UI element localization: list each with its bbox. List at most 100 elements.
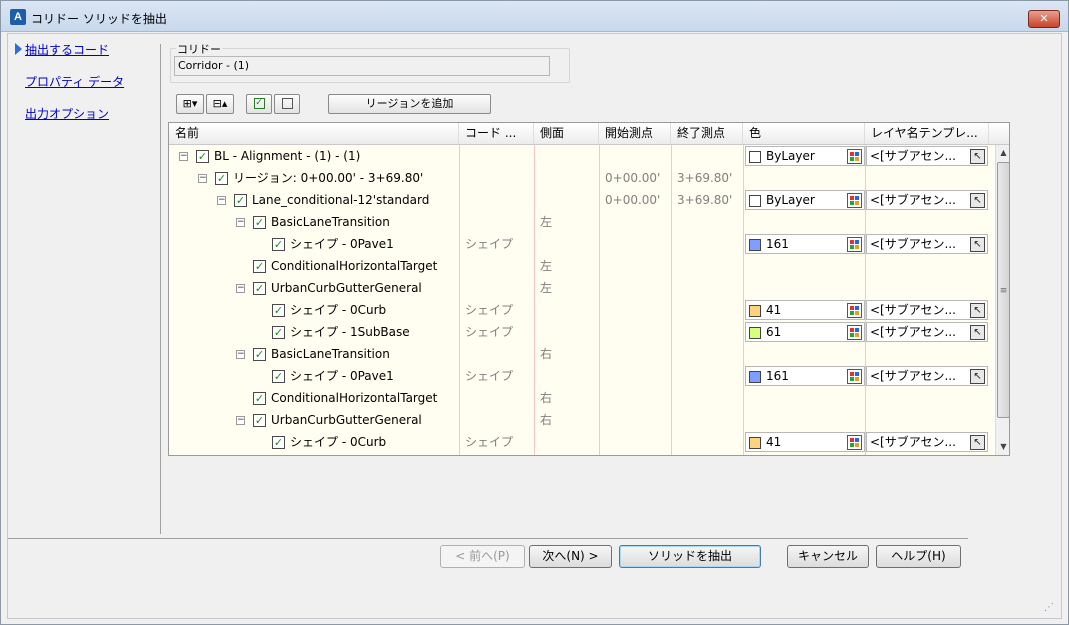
expand-all-button[interactable]: ⊞▾ <box>176 94 204 114</box>
color-field[interactable]: ByLayer <box>745 146 865 166</box>
add-region-button[interactable]: リージョンを追加 <box>328 94 491 114</box>
autocad-app-icon: A <box>10 9 26 25</box>
row-checkbox[interactable]: ✓ <box>272 304 285 317</box>
color-field[interactable]: 61 <box>745 322 865 342</box>
row-name: シェイプ - 0Curb <box>290 435 387 449</box>
tree-row[interactable]: − ✓ BasicLaneTransition 左 <box>169 211 993 233</box>
color-picker-icon[interactable] <box>847 369 862 384</box>
prev-button[interactable]: < 前へ(P) <box>440 545 525 568</box>
row-checkbox[interactable]: ✓ <box>272 238 285 251</box>
tree-row[interactable]: − ✓ BasicLaneTransition 右 <box>169 343 993 365</box>
tree-collapse-icon[interactable]: − <box>236 218 245 227</box>
tree-row[interactable]: ✓ シェイプ - 0Pave1 シェイプ 161 <[サブアセン... ↖ <box>169 233 993 255</box>
layer-name-picker-icon[interactable]: ↖ <box>970 149 985 164</box>
row-name: シェイプ - 0Pave1 <box>290 369 394 383</box>
tree-collapse-icon[interactable]: − <box>236 350 245 359</box>
tree-row[interactable]: ✓ シェイプ - 0Curb シェイプ 41 <[サブアセン... ↖ <box>169 431 993 453</box>
row-checkbox[interactable]: ✓ <box>234 194 247 207</box>
tree-collapse-icon[interactable]: − <box>179 152 188 161</box>
layer-template-value: <[サブアセン... <box>870 435 956 449</box>
color-picker-icon[interactable] <box>847 435 862 450</box>
row-checkbox[interactable]: ✓ <box>253 348 266 361</box>
row-side: 右 <box>540 347 553 361</box>
color-field[interactable]: 161 <box>745 366 865 386</box>
column-header-code[interactable]: コード ... <box>459 123 534 144</box>
tree-row[interactable]: − ✓ リージョン: 0+00.00' - 3+69.80' 0+00.00' 3+69… <box>169 167 993 189</box>
color-field[interactable]: ByLayer <box>745 190 865 210</box>
row-checkbox[interactable]: ✓ <box>272 436 285 449</box>
tree-row[interactable]: ✓ シェイプ - 0Pave1 シェイプ 161 <[サブアセン... ↖ <box>169 365 993 387</box>
color-picker-icon[interactable] <box>847 325 862 340</box>
tree-row[interactable]: − ✓ Lane_conditional-12'standard 0+00.00' 3+… <box>169 189 993 211</box>
row-checkbox[interactable]: ✓ <box>253 414 266 427</box>
tree-row[interactable]: ✓ ConditionalHorizontalTarget 右 <box>169 387 993 409</box>
layer-name-picker-icon[interactable]: ↖ <box>970 369 985 384</box>
tree-row[interactable]: ✓ ConditionalHorizontalTarget 左 <box>169 255 993 277</box>
check-all-button[interactable]: ✓ <box>246 94 272 114</box>
color-picker-icon[interactable] <box>847 303 862 318</box>
column-header-layer-template[interactable]: レイヤ名テンプレ... <box>865 123 989 144</box>
column-header-end-station[interactable]: 終了測点 <box>671 123 743 144</box>
scroll-up-arrow-icon[interactable]: ▲ <box>996 145 1009 161</box>
layer-template-field[interactable]: <[サブアセン... ↖ <box>866 366 988 386</box>
tree-collapse-icon[interactable]: − <box>236 284 245 293</box>
color-field[interactable]: 41 <box>745 300 865 320</box>
row-checkbox[interactable]: ✓ <box>272 326 285 339</box>
nav-item-property-data[interactable]: プロパティ データ <box>25 73 124 90</box>
row-end-station: 3+69.80' <box>677 171 733 185</box>
layer-template-field[interactable]: <[サブアセン... ↖ <box>866 190 988 210</box>
tree-collapse-icon[interactable]: − <box>236 416 245 425</box>
color-picker-icon[interactable] <box>847 193 862 208</box>
resize-grip-icon[interactable]: ⋰ <box>1044 602 1056 614</box>
color-field[interactable]: 41 <box>745 432 865 452</box>
tree-row[interactable]: − ✓ UrbanCurbGutterGeneral 左 <box>169 277 993 299</box>
row-checkbox[interactable]: ✓ <box>253 260 266 273</box>
column-header-color[interactable]: 色 <box>743 123 865 144</box>
scroll-down-arrow-icon[interactable]: ▼ <box>996 439 1009 455</box>
cancel-button[interactable]: キャンセル <box>787 545 869 568</box>
color-field[interactable]: 161 <box>745 234 865 254</box>
row-checkbox[interactable]: ✓ <box>272 370 285 383</box>
tree-row[interactable]: − ✓ UrbanCurbGutterGeneral 右 <box>169 409 993 431</box>
extract-solids-button[interactable]: ソリッドを抽出 <box>619 545 761 568</box>
row-name: シェイプ - 1SubBase <box>290 325 410 339</box>
tree-row[interactable]: ✓ シェイプ - 0Curb シェイプ 41 <[サブアセン... ↖ <box>169 299 993 321</box>
layer-template-field[interactable]: <[サブアセン... ↖ <box>866 234 988 254</box>
layer-template-field[interactable]: <[サブアセン... ↖ <box>866 146 988 166</box>
column-header-start-station[interactable]: 開始測点 <box>599 123 671 144</box>
row-checkbox[interactable]: ✓ <box>196 150 209 163</box>
column-header-name[interactable]: 名前 <box>169 123 459 144</box>
color-picker-icon[interactable] <box>847 149 862 164</box>
row-checkbox[interactable]: ✓ <box>253 282 266 295</box>
row-name: UrbanCurbGutterGeneral <box>271 281 422 295</box>
tree-collapse-icon[interactable]: − <box>198 174 207 183</box>
row-checkbox[interactable]: ✓ <box>215 172 228 185</box>
grid-vertical-scrollbar[interactable]: ▲ ≡ ▼ <box>995 145 1009 455</box>
close-button[interactable]: ✕ <box>1028 10 1060 28</box>
row-checkbox[interactable]: ✓ <box>253 216 266 229</box>
layer-template-value: <[サブアセン... <box>870 193 956 207</box>
layer-template-field[interactable]: <[サブアセン... ↖ <box>866 300 988 320</box>
row-checkbox[interactable]: ✓ <box>253 392 266 405</box>
row-side: 左 <box>540 215 553 229</box>
layer-template-field[interactable]: <[サブアセン... ↖ <box>866 432 988 452</box>
scroll-thumb[interactable]: ≡ <box>997 162 1009 418</box>
tree-row[interactable]: ✓ シェイプ - 1SubBase シェイプ 61 <[サブアセン... ↖ <box>169 321 993 343</box>
uncheck-all-button[interactable] <box>274 94 300 114</box>
column-header-side[interactable]: 側面 <box>534 123 599 144</box>
collapse-all-button[interactable]: ⊟▴ <box>206 94 234 114</box>
layer-template-field[interactable]: <[サブアセン... ↖ <box>866 322 988 342</box>
layer-name-picker-icon[interactable]: ↖ <box>970 193 985 208</box>
tree-row[interactable]: − ✓ BL - Alignment - (1) - (1) ByLayer <[サブア… <box>169 145 993 167</box>
nav-item-extract-codes[interactable]: 抽出するコード <box>25 41 109 58</box>
layer-name-picker-icon[interactable]: ↖ <box>970 325 985 340</box>
layer-name-picker-icon[interactable]: ↖ <box>970 435 985 450</box>
nav-item-output-options[interactable]: 出力オプション <box>25 105 109 122</box>
color-picker-icon[interactable] <box>847 237 862 252</box>
corridor-group-label: コリドー <box>176 41 222 57</box>
next-button[interactable]: 次へ(N) > <box>529 545 612 568</box>
layer-name-picker-icon[interactable]: ↖ <box>970 237 985 252</box>
layer-name-picker-icon[interactable]: ↖ <box>970 303 985 318</box>
help-button[interactable]: ヘルプ(H) <box>876 545 961 568</box>
tree-collapse-icon[interactable]: − <box>217 196 226 205</box>
